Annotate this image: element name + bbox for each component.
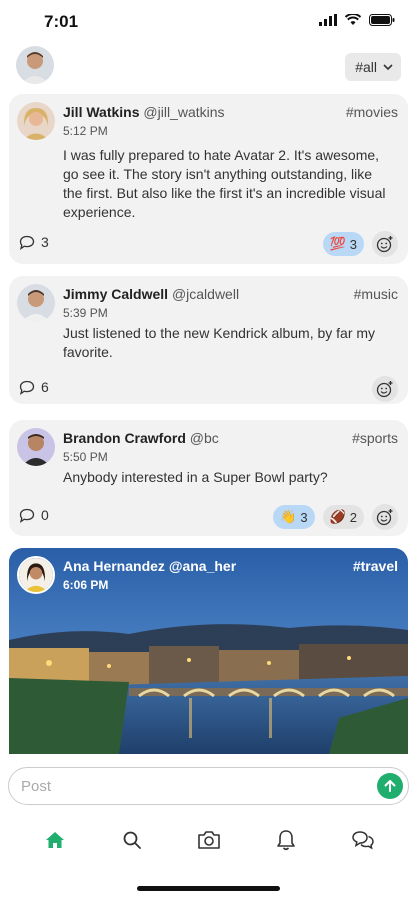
comments-button[interactable]: 0 <box>19 507 49 523</box>
author-avatar[interactable] <box>17 428 55 466</box>
signal-icon <box>319 14 337 26</box>
author-handle: @jcaldwell <box>171 286 240 302</box>
status-bar: 7:01 <box>0 0 417 44</box>
post-card[interactable]: Jill Watkins @jill_watkins #movies 5:12 … <box>9 94 408 264</box>
reaction-count: 3 <box>300 509 308 525</box>
post-text: Just listened to the new Kendrick album,… <box>63 325 376 360</box>
add-reaction-button[interactable] <box>372 231 398 257</box>
post-input[interactable] <box>21 776 361 796</box>
post-tag[interactable]: #movies <box>346 104 398 120</box>
author-name[interactable]: Brandon Crawford <box>63 430 186 446</box>
author-avatar[interactable] <box>17 556 55 594</box>
reaction-emoji: 👋 <box>280 509 297 524</box>
tab-home[interactable] <box>35 820 75 860</box>
reaction-chip[interactable]: 🏈 2 <box>322 505 364 529</box>
post-card[interactable]: Jimmy Caldwell @jcaldwell #music 5:39 PM… <box>9 276 408 404</box>
my-avatar[interactable] <box>16 46 54 84</box>
author-handle: @bc <box>189 430 219 446</box>
home-indicator <box>137 886 280 891</box>
comment-count: 6 <box>41 379 49 395</box>
reactions: 👋 3 🏈 2 <box>273 504 398 530</box>
comment-icon <box>19 380 35 395</box>
battery-icon <box>369 14 395 26</box>
status-time: 7:01 <box>44 12 79 31</box>
tab-notifications[interactable] <box>266 820 306 860</box>
post-text: Anybody interested in a Super Bowl party… <box>63 469 328 485</box>
author-handle: @ana_her <box>168 558 237 574</box>
home-icon <box>45 832 64 848</box>
post-feed[interactable]: Jill Watkins @jill_watkins #movies 5:12 … <box>0 94 417 754</box>
author-name[interactable]: Ana Hernandez <box>63 558 165 574</box>
camera-icon <box>197 831 220 849</box>
search-icon <box>123 831 141 849</box>
author-handle: @jill_watkins <box>143 104 225 120</box>
post-tag[interactable]: #travel <box>353 558 398 574</box>
tab-messages[interactable] <box>343 820 383 860</box>
comments-button[interactable]: 6 <box>19 379 49 395</box>
comment-count: 3 <box>41 234 49 250</box>
chevron-down-icon <box>383 63 393 70</box>
author-name[interactable]: Jimmy Caldwell <box>63 286 168 302</box>
add-reaction-button[interactable] <box>372 376 398 402</box>
tab-search[interactable] <box>112 820 152 860</box>
author-line: Ana Hernandez @ana_her <box>63 558 236 574</box>
add-emoji-icon <box>376 509 393 526</box>
tab-bar <box>0 818 417 862</box>
author-line: Jill Watkins @jill_watkins <box>63 104 225 120</box>
reactions <box>372 376 398 402</box>
comment-icon <box>19 235 35 250</box>
author-line: Jimmy Caldwell @jcaldwell <box>63 286 239 302</box>
author-name[interactable]: Jill Watkins <box>63 104 140 120</box>
status-icons <box>319 14 395 26</box>
post-time: 5:39 PM <box>63 306 108 320</box>
reactions: 💯 3 <box>322 231 398 257</box>
comments-button[interactable]: 3 <box>19 234 49 250</box>
channel-filter-dropdown[interactable]: #all <box>345 53 401 81</box>
post-composer <box>8 767 409 805</box>
post-text: I was fully prepared to hate Avatar 2. I… <box>63 147 386 220</box>
author-avatar[interactable] <box>17 102 55 140</box>
send-button[interactable] <box>377 773 403 799</box>
reaction-emoji: 🏈 <box>329 509 346 524</box>
post-time: 6:06 PM <box>63 578 109 592</box>
post-tag[interactable]: #music <box>354 286 398 302</box>
app-header: #all <box>0 44 417 88</box>
add-emoji-icon <box>376 381 393 398</box>
filter-label: #all <box>355 59 377 75</box>
comment-icon <box>19 508 35 523</box>
photo-post-card[interactable]: Ana Hernandez @ana_her #travel 6:06 PM <box>9 548 408 754</box>
post-card[interactable]: Brandon Crawford @bc #sports 5:50 PM Any… <box>9 420 408 536</box>
post-tag[interactable]: #sports <box>352 430 398 446</box>
reaction-chip[interactable]: 👋 3 <box>273 505 315 529</box>
reaction-count: 2 <box>349 509 357 525</box>
arrow-up-icon <box>384 780 396 792</box>
reaction-chip[interactable]: 💯 3 <box>322 232 364 256</box>
reaction-count: 3 <box>349 236 357 252</box>
chat-icon <box>351 831 374 850</box>
author-avatar[interactable] <box>17 284 55 322</box>
author-line: Brandon Crawford @bc <box>63 430 219 446</box>
comment-count: 0 <box>41 507 49 523</box>
post-time: 5:12 PM <box>63 124 108 138</box>
add-emoji-icon <box>376 236 393 253</box>
tab-camera[interactable] <box>189 820 229 860</box>
bell-icon <box>276 830 295 851</box>
wifi-icon <box>345 14 361 25</box>
reaction-emoji: 💯 <box>329 236 346 251</box>
post-time: 5:50 PM <box>63 450 108 464</box>
add-reaction-button[interactable] <box>372 504 398 530</box>
